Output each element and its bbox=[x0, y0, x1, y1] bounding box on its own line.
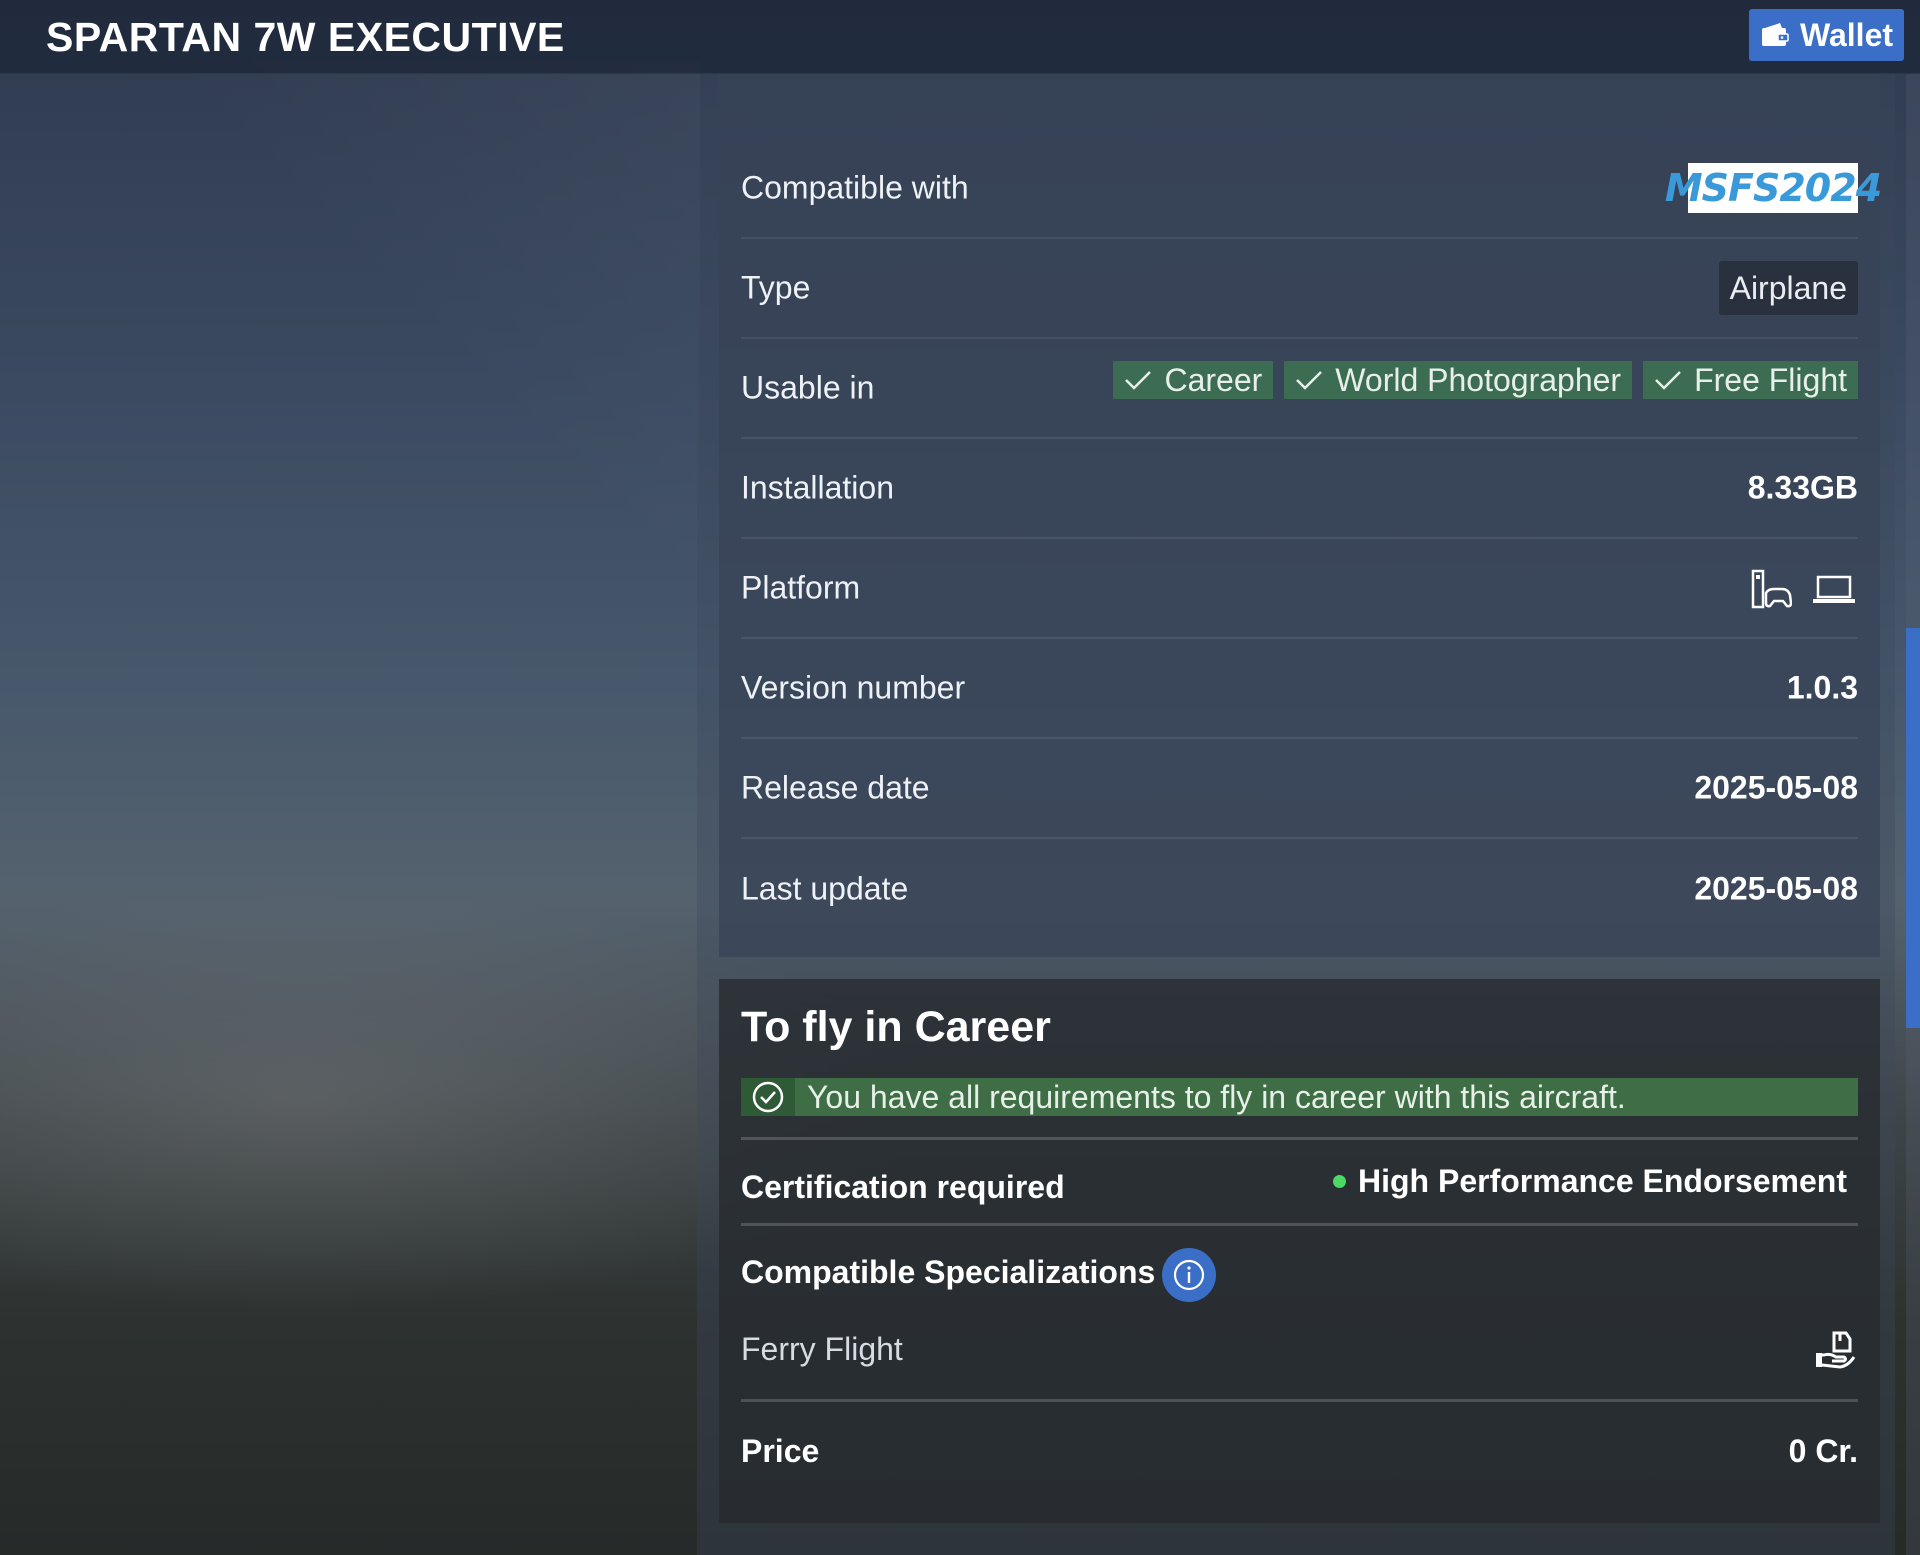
wallet-label: Wallet bbox=[1799, 16, 1894, 53]
chip-label: Career bbox=[1164, 361, 1263, 398]
divider bbox=[741, 1223, 1858, 1226]
divider bbox=[741, 1399, 1858, 1402]
row-release-date: Release date 2025-05-08 bbox=[741, 739, 1858, 839]
last-update-label: Last update bbox=[741, 870, 909, 907]
chip-free-flight: Free Flight bbox=[1643, 361, 1858, 399]
certification-name: High Performance Endorsement bbox=[1358, 1163, 1847, 1199]
installation-label: Installation bbox=[741, 469, 894, 506]
type-chip: Airplane bbox=[1718, 261, 1858, 315]
row-installation: Installation 8.33GB bbox=[741, 439, 1858, 539]
chip-label: World Photographer bbox=[1335, 361, 1622, 398]
specialization-item: Ferry Flight bbox=[741, 1331, 903, 1367]
career-title: To fly in Career bbox=[741, 1003, 1051, 1051]
row-compatible: Compatible with MSFS2024 bbox=[741, 139, 1882, 239]
row-usable-in: Usable in Career World Photographer Free… bbox=[741, 339, 1858, 439]
divider bbox=[741, 1137, 1858, 1140]
release-value: 2025-05-08 bbox=[1694, 769, 1858, 806]
panel-above bbox=[719, 74, 1880, 118]
check-icon bbox=[1296, 371, 1323, 390]
row-platform: Platform bbox=[741, 539, 1858, 639]
status-dot bbox=[1333, 1175, 1346, 1188]
scrollbar-thumb[interactable] bbox=[1906, 628, 1920, 1028]
chip-label: Free Flight bbox=[1694, 361, 1847, 398]
price-value: 0 Cr. bbox=[1788, 1433, 1858, 1469]
installation-value: 8.33GB bbox=[1747, 469, 1858, 506]
price-label: Price bbox=[741, 1433, 820, 1469]
wallet-icon bbox=[1761, 23, 1789, 46]
wallet-button[interactable]: Wallet bbox=[1749, 9, 1904, 61]
msfs-2024-logo: MSFS2024 bbox=[1665, 163, 1882, 213]
row-last-update: Last update 2025-05-08 bbox=[741, 839, 1858, 939]
hand-package-icon bbox=[1816, 1331, 1856, 1369]
row-version: Version number 1.0.3 bbox=[741, 639, 1858, 739]
version-value: 1.0.3 bbox=[1786, 669, 1858, 706]
check-icon bbox=[1655, 371, 1681, 390]
xbox-icon bbox=[1751, 569, 1792, 609]
type-label: Type bbox=[741, 269, 811, 306]
laptop-icon bbox=[1813, 575, 1855, 603]
career-panel: To fly in Career You have all requiremen… bbox=[719, 979, 1880, 1523]
info-button[interactable] bbox=[1162, 1248, 1216, 1302]
last-update-value: 2025-05-08 bbox=[1694, 870, 1858, 907]
compatible-label: Compatible with bbox=[741, 169, 969, 206]
page-title: SPARTAN 7W EXECUTIVE bbox=[46, 14, 565, 60]
platform-icons bbox=[1750, 569, 1856, 611]
version-label: Version number bbox=[741, 669, 966, 706]
certification-label: Certification required bbox=[741, 1169, 1065, 1205]
chip-career: Career bbox=[1113, 361, 1274, 399]
background-sky bbox=[0, 60, 700, 760]
usable-chips: Career World Photographer Free Flight bbox=[1113, 361, 1858, 399]
details-panel: Compatible with MSFS2024 Type Airplane U… bbox=[719, 139, 1882, 957]
check-icon bbox=[1125, 371, 1152, 390]
certification-value: High Performance Endorsement bbox=[1333, 1163, 1847, 1200]
specializations-label: Compatible Specializations bbox=[741, 1254, 1156, 1290]
row-type: Type Airplane bbox=[741, 239, 1858, 339]
check-circle-icon bbox=[752, 1081, 784, 1113]
usable-label: Usable in bbox=[741, 369, 875, 406]
chip-world-photographer: World Photographer bbox=[1284, 361, 1633, 399]
requirements-text: You have all requirements to fly in care… bbox=[807, 1078, 1626, 1115]
requirements-banner: You have all requirements to fly in care… bbox=[741, 1078, 1858, 1116]
platform-label: Platform bbox=[741, 569, 861, 606]
specialization-icon-wrap bbox=[1814, 1329, 1856, 1374]
info-icon bbox=[1173, 1259, 1205, 1291]
release-label: Release date bbox=[741, 769, 930, 806]
top-bar: SPARTAN 7W EXECUTIVE Wallet bbox=[0, 0, 1920, 74]
requirements-icon-box bbox=[741, 1078, 795, 1116]
